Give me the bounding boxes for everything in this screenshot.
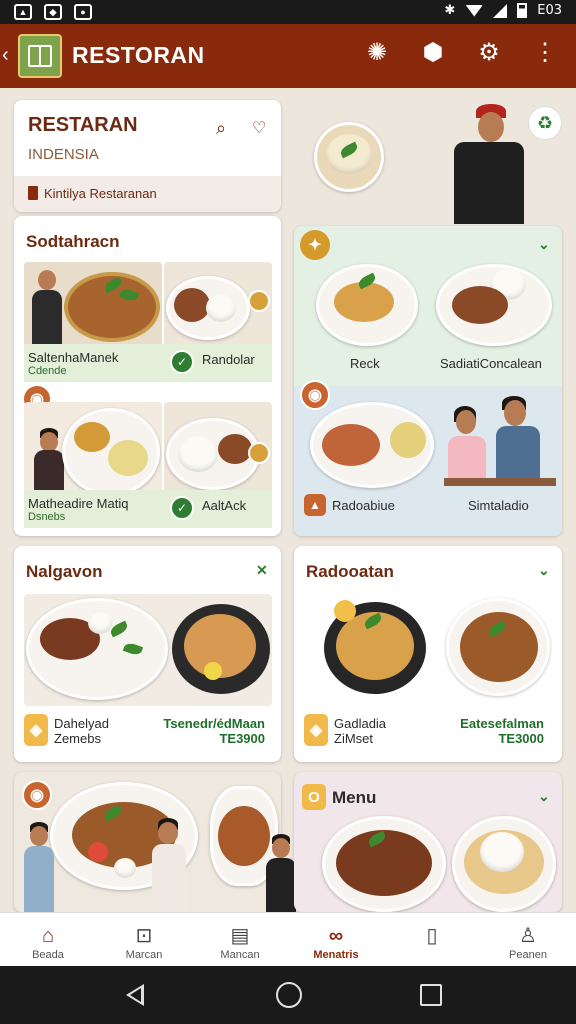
chevron-down-icon[interactable]: ⌄: [538, 788, 550, 805]
store-icon: [28, 186, 38, 200]
category-card-sodtahracn: Sodtahracn SaltenhaManek Cdende ✓ Randol…: [14, 216, 281, 536]
bag-icon: ⊡: [135, 925, 153, 947]
card-title: Radooatan: [306, 562, 394, 581]
bell-icon[interactable]: ⬢: [420, 40, 446, 66]
chevron-left-icon[interactable]: ‹: [2, 44, 9, 67]
restaurant-location: INDENSIA: [28, 146, 99, 163]
item-name: Reck: [350, 356, 380, 371]
gear-icon[interactable]: ✺: [364, 40, 390, 66]
clipboard-icon: ▯: [426, 925, 438, 947]
recent-apps-icon[interactable]: [420, 984, 442, 1006]
heart-icon[interactable]: ♡: [252, 118, 266, 138]
app-notification-icon: ●: [74, 4, 92, 20]
nav-label: Mancan: [220, 949, 260, 961]
wifi-icon: [465, 4, 484, 17]
signal-icon: [493, 3, 508, 18]
nav-label: Menatris: [313, 949, 359, 961]
search-icon[interactable]: ⌕: [216, 118, 226, 139]
nav-item-bag[interactable]: ⊡ Marcan: [96, 913, 192, 966]
item-name: Simtaladio: [468, 498, 529, 513]
chef-icon: ◉: [22, 780, 52, 810]
restaurant-banner[interactable]: Kintilya Restaranan: [14, 176, 281, 212]
item-subtitle: ZiMset: [334, 731, 373, 746]
restaurant-logo: [18, 34, 62, 78]
item-name: Randolar: [202, 352, 255, 367]
customer-illustration: [444, 394, 556, 490]
price-label: Tsenedr/édMaan: [163, 716, 265, 731]
leaf-icon: ✓: [170, 350, 194, 374]
item-band: SaltenhaManek Cdende ✓ Randolar: [24, 344, 272, 382]
price-value: TE3900: [219, 731, 265, 746]
item-band: Matheadire Matiq Dsnebs ✓ AaltAck: [24, 490, 272, 528]
pretzel-icon: ∞: [328, 925, 344, 947]
restaurant-name: RESTARAN: [28, 114, 138, 136]
close-icon[interactable]: ✕: [256, 562, 268, 579]
price-value: TE3000: [498, 731, 544, 746]
category-card-right: ✦ ⌄ Reck SadiatiConcalean ◉ ▲ Radoabiue …: [294, 226, 562, 536]
banner-text: Kintilya Restaranan: [44, 186, 157, 201]
chevron-down-icon[interactable]: ⌄: [538, 562, 550, 579]
category-card-radooatan: Radooatan ⌄ ◈ Gadladia ZiMset Eatesefalm…: [294, 546, 562, 762]
bottom-nav: ⌂ Beada ⊡ Marcan ▤ Mancan ∞ Menatris ▯ ♙…: [0, 912, 576, 966]
menu-badge-icon: O: [302, 784, 326, 810]
card-title: Nalgavon: [26, 562, 103, 581]
badge-icon: ✦: [300, 230, 330, 260]
item-subtitle: Zemebs: [54, 731, 101, 746]
nav-item-menu[interactable]: ∞ Menatris: [288, 913, 384, 966]
nav-label: Peanen: [509, 949, 547, 961]
warning-icon: ▲: [304, 494, 326, 516]
system-nav-bar: [0, 966, 576, 1024]
image-icon: ▲: [14, 4, 32, 20]
item-name: AaltAck: [202, 498, 247, 513]
nav-label: Beada: [32, 949, 64, 961]
menu-card: O Menu ⌄: [294, 772, 562, 912]
nav-item-document[interactable]: ▤ Mancan: [192, 913, 288, 966]
person-icon: ♙: [519, 925, 537, 947]
nav-item-home[interactable]: ⌂ Beada: [0, 913, 96, 966]
dish-photo[interactable]: [24, 594, 272, 706]
photo-icon: ◆: [44, 4, 62, 20]
nav-item-clipboard[interactable]: ▯: [384, 913, 480, 966]
home-button-icon[interactable]: [276, 982, 302, 1008]
document-icon: ▤: [230, 925, 250, 947]
category-card-nalgavon: Nalgavon ✕ ◈ Dahelyad Zemebs Tsenedr/édM…: [14, 546, 281, 762]
settings-icon[interactable]: ⚙: [476, 40, 502, 66]
offer-icon: ◈: [304, 714, 328, 746]
item-name: Radoabiue: [332, 498, 395, 513]
back-icon[interactable]: [126, 984, 144, 1006]
dish-photo[interactable]: [304, 594, 554, 706]
home-icon: ⌂: [41, 925, 55, 947]
card-title: Menu: [332, 788, 377, 807]
nav-label: Marcan: [125, 949, 163, 961]
status-time: E03: [537, 3, 562, 18]
chef-icon: ◉: [300, 380, 330, 410]
app-title: RESTORAN: [72, 42, 205, 68]
card-title: Sodtahracn: [26, 232, 120, 251]
status-bar: ▲ ◆ ● ✱ E03: [0, 0, 576, 24]
dining-photo-card[interactable]: ◉: [14, 772, 281, 912]
item-name: SadiatiConcalean: [440, 356, 542, 371]
recycle-icon[interactable]: ♻: [528, 106, 562, 140]
bluetooth-icon: ✱: [444, 3, 456, 18]
more-vert-icon[interactable]: ⋮: [532, 40, 558, 66]
leaf-icon: ✓: [170, 496, 194, 520]
waiter-illustration: [438, 100, 538, 224]
item-subtitle: Cdende: [28, 365, 67, 377]
offer-icon: ◈: [24, 714, 48, 746]
chevron-down-icon[interactable]: ⌄: [538, 236, 550, 253]
restaurant-header-card: RESTARAN INDENSIA ⌕ ♡ Kintilya Restarana…: [14, 100, 281, 212]
item-name: Gadladia: [334, 716, 387, 731]
price-label: Eatesefalman: [460, 716, 544, 731]
item-name: SaltenhaManek: [28, 350, 119, 365]
battery-icon: [517, 3, 528, 18]
item-name: Dahelyad: [54, 716, 109, 731]
item-subtitle: Dsnebs: [28, 511, 66, 523]
nav-item-profile[interactable]: ♙ Peanen: [480, 913, 576, 966]
item-name: Matheadire Matiq: [28, 496, 129, 511]
app-bar: ‹ RESTORAN ✺ ⬢ ⚙ ⋮: [0, 24, 576, 88]
